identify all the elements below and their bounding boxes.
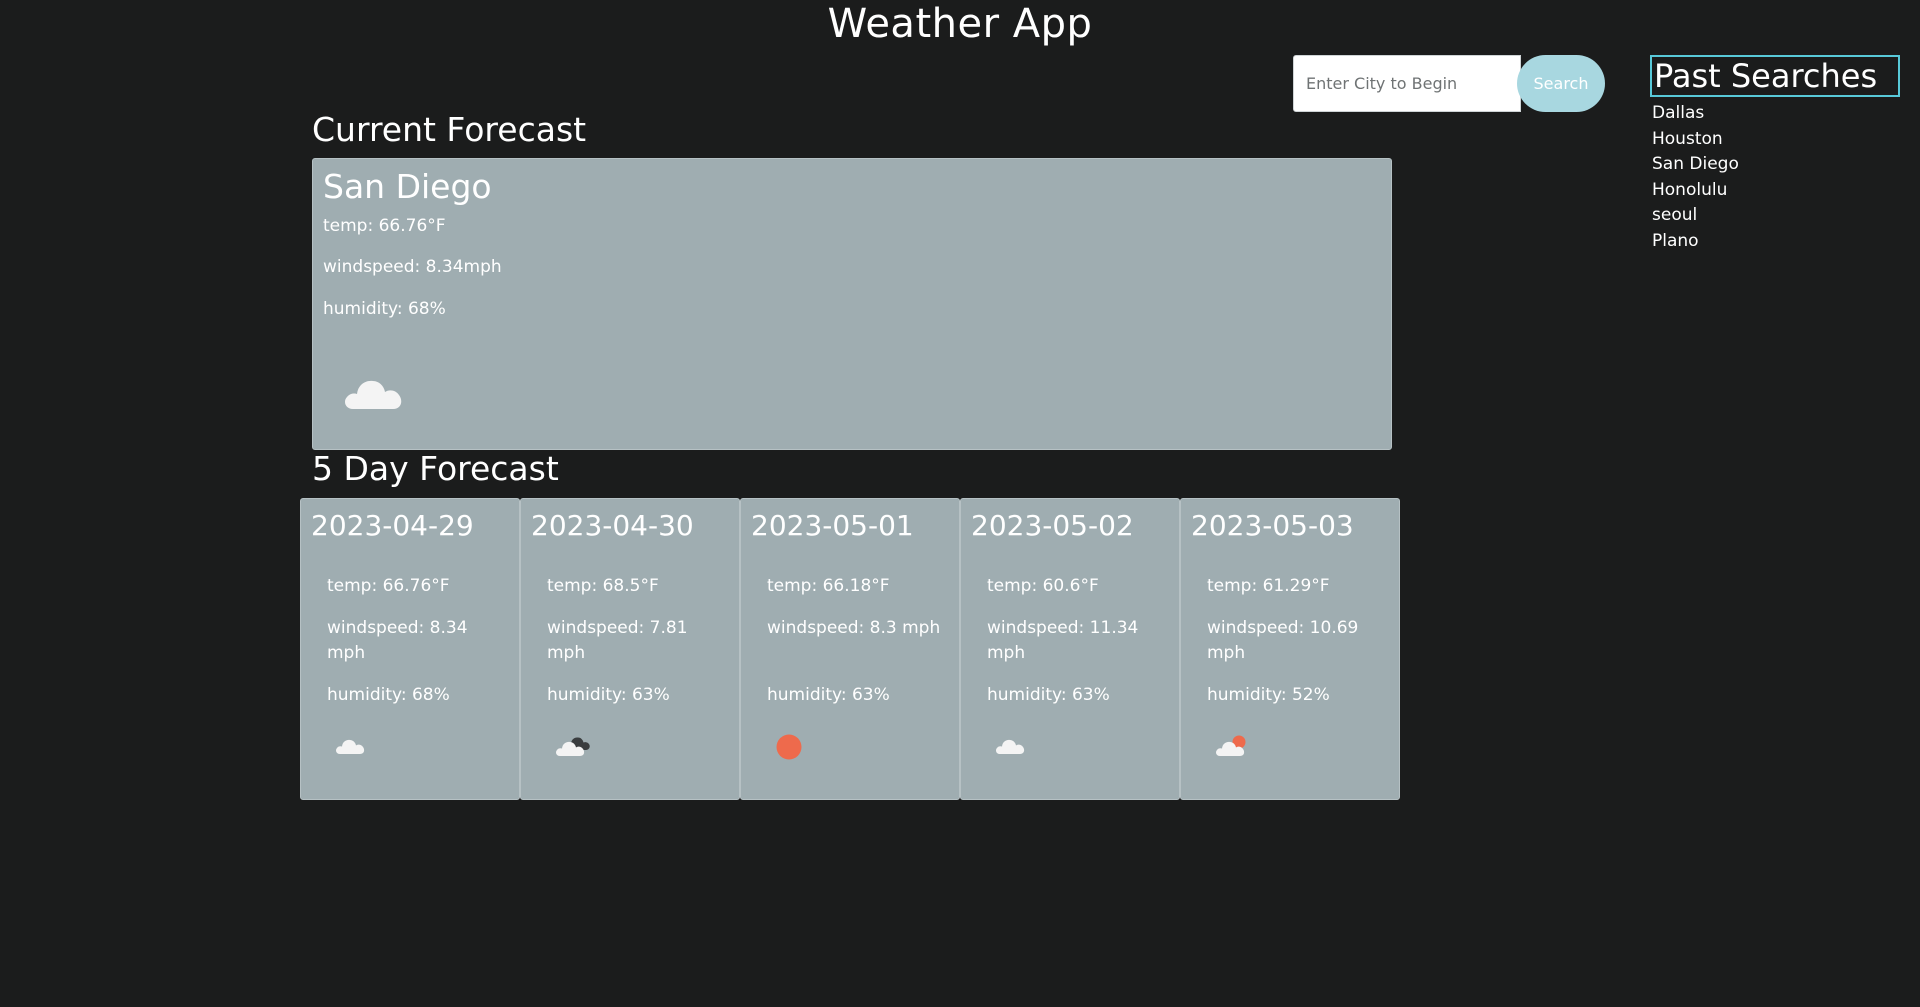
past-searches-title: Past Searches bbox=[1650, 55, 1900, 97]
forecast-date: 2023-05-01 bbox=[751, 509, 914, 542]
past-searches-panel: Past Searches Dallas Houston San Diego H… bbox=[1650, 55, 1900, 254]
current-temp: temp: 66.76°F bbox=[323, 216, 446, 236]
forecast-temp: temp: 66.18°F bbox=[767, 576, 890, 596]
past-search-item[interactable]: Dallas bbox=[1652, 101, 1900, 127]
current-windspeed: windspeed: 8.34mph bbox=[323, 257, 502, 277]
city-search-input[interactable] bbox=[1293, 55, 1521, 112]
cloud-icon bbox=[343, 367, 405, 415]
past-search-item[interactable]: San Diego bbox=[1652, 152, 1900, 178]
forecast-day-card: 2023-05-03 temp: 61.29°F windspeed: 10.6… bbox=[1180, 498, 1400, 800]
sun-icon bbox=[775, 733, 807, 765]
forecast-temp: temp: 61.29°F bbox=[1207, 576, 1330, 596]
forecast-windspeed: windspeed: 10.69 mph bbox=[1207, 618, 1359, 663]
forecast-temp: temp: 66.76°F bbox=[327, 576, 450, 596]
forecast-day-card: 2023-04-30 temp: 68.5°F windspeed: 7.81 … bbox=[520, 498, 740, 800]
forecast-windspeed: windspeed: 11.34 mph bbox=[987, 618, 1139, 663]
app-title: Weather App bbox=[827, 1, 1093, 47]
forecast-date: 2023-05-03 bbox=[1191, 509, 1354, 542]
current-city-name: San Diego bbox=[323, 167, 492, 206]
current-forecast-card: San Diego temp: 66.76°F windspeed: 8.34m… bbox=[312, 158, 1392, 450]
forecast-windspeed: windspeed: 7.81 mph bbox=[547, 618, 688, 663]
forecast-windspeed: windspeed: 8.3 mph bbox=[767, 618, 941, 638]
forecast-humidity: humidity: 52% bbox=[1207, 685, 1330, 705]
forecast-date: 2023-05-02 bbox=[971, 509, 1134, 542]
search-bar: Search bbox=[1293, 55, 1605, 112]
forecast-day-card: 2023-05-02 temp: 60.6°F windspeed: 11.34… bbox=[960, 498, 1180, 800]
forecast-temp: temp: 60.6°F bbox=[987, 576, 1099, 596]
past-search-item[interactable]: Houston bbox=[1652, 127, 1900, 153]
cloud-icon bbox=[995, 733, 1027, 759]
few-clouds-icon bbox=[1215, 733, 1251, 761]
past-search-item[interactable]: Honolulu bbox=[1652, 178, 1900, 204]
forecast-humidity: humidity: 63% bbox=[547, 685, 670, 705]
past-searches-list: Dallas Houston San Diego Honolulu seoul … bbox=[1650, 101, 1900, 254]
forecast-humidity: humidity: 63% bbox=[767, 685, 890, 705]
forecast-day-card: 2023-04-29 temp: 66.76°F windspeed: 8.34… bbox=[300, 498, 520, 800]
cloud-icon bbox=[335, 733, 367, 759]
forecast-date: 2023-04-29 bbox=[311, 509, 474, 542]
current-humidity: humidity: 68% bbox=[323, 299, 446, 319]
five-day-forecast-title: 5 Day Forecast bbox=[312, 449, 559, 488]
past-search-item[interactable]: seoul bbox=[1652, 203, 1900, 229]
past-search-item[interactable]: Plano bbox=[1652, 229, 1900, 255]
forecast-humidity: humidity: 63% bbox=[987, 685, 1110, 705]
search-button[interactable]: Search bbox=[1517, 55, 1605, 112]
forecast-date: 2023-04-30 bbox=[531, 509, 694, 542]
current-forecast-title: Current Forecast bbox=[312, 110, 587, 149]
forecast-temp: temp: 68.5°F bbox=[547, 576, 659, 596]
broken-clouds-icon bbox=[555, 733, 591, 761]
forecast-windspeed: windspeed: 8.34 mph bbox=[327, 618, 468, 663]
forecast-humidity: humidity: 68% bbox=[327, 685, 450, 705]
forecast-day-card: 2023-05-01 temp: 66.18°F windspeed: 8.3 … bbox=[740, 498, 960, 800]
